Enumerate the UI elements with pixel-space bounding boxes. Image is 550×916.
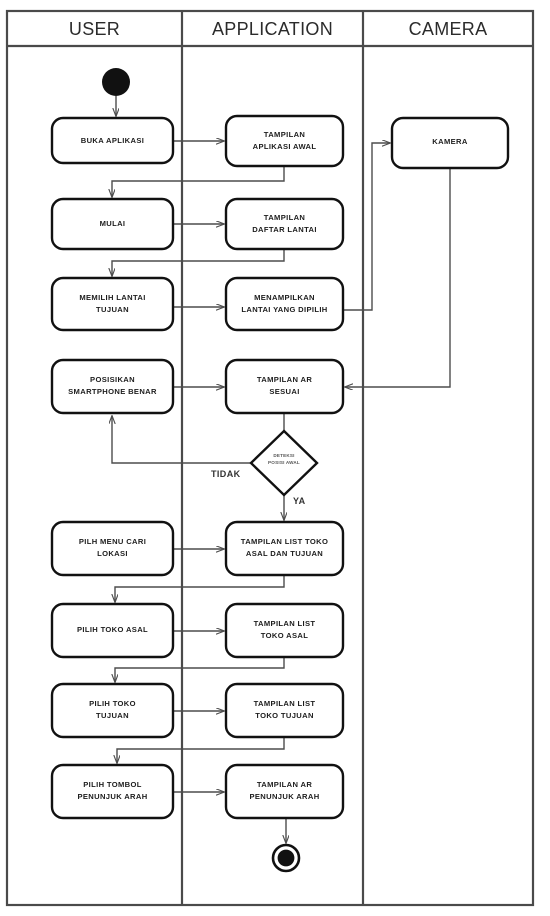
activity-box-posisikan-smartphone[interactable] (50, 358, 175, 415)
edge-tampilan-list-toko-asal-tujuan-to-pilih-toko-asal (115, 575, 285, 602)
activity-box-tampilan-list-toko-tujuan[interactable] (224, 682, 345, 739)
activity-box-kamera[interactable] (390, 116, 510, 170)
edge-label-tidak: TIDAK (211, 469, 241, 479)
activity-box-buka-aplikasi[interactable] (50, 116, 175, 165)
activity-box-tampilan-ar-sesuai[interactable] (224, 358, 345, 415)
activity-box-tampilan-list-toko-asal-tujuan[interactable] (224, 520, 345, 577)
activity-box-memilih-lantai-tujuan[interactable] (50, 276, 175, 332)
activity-box-tampilan-daftar-lantai[interactable] (224, 197, 345, 251)
lane-header-user: USER (68, 19, 121, 39)
edge-label-ya: YA (293, 496, 306, 506)
edge-menampilkan-lantai-dipilih-to-kamera (343, 143, 390, 311)
edge-kamera-to-tampilan-ar-sesuai (345, 168, 451, 387)
lane-header-application: APPLICATION (212, 19, 333, 39)
node-layer (50, 68, 510, 873)
activity-box-tampilan-ar-penunjuk-arah[interactable] (224, 763, 345, 820)
activity-box-mulai[interactable] (50, 197, 175, 251)
activity-box-pilih-toko-tujuan[interactable] (50, 682, 175, 739)
edge-tampilan-aplikasi-awal-to-mulai (112, 166, 285, 197)
activity-diagram-canvas: posisikan smartphone --> tampilan list t… (0, 0, 550, 916)
activity-box-tampilan-list-toko-asal[interactable] (224, 602, 345, 659)
activity-box-tampilan-aplikasi-awal[interactable] (224, 114, 345, 168)
edge-tampilan-list-toko-tujuan-to-pilih-tombol-penunjuk-arah (117, 737, 285, 763)
activity-box-pilih-menu-cari-lokasi[interactable] (50, 520, 175, 577)
edge-tampilan-daftar-lantai-to-memilih-lantai-tujuan (112, 249, 285, 276)
activity-box-pilih-toko-asal[interactable] (50, 602, 175, 659)
activity-box-menampilkan-lantai-dipilih[interactable] (224, 276, 345, 332)
edge-tampilan-list-toko-asal-to-pilih-toko-tujuan (115, 657, 285, 682)
final-node (271, 843, 301, 873)
activity-box-pilih-tombol-penunjuk-arah[interactable] (50, 763, 175, 820)
lane-header-camera: CAMERA (408, 19, 488, 39)
initial-node (102, 68, 130, 96)
diagram-vector-layer: posisikan smartphone --> tampilan list t… (5, 9, 535, 907)
decision-diamond-deteksi-posisi-awal[interactable] (249, 429, 319, 497)
